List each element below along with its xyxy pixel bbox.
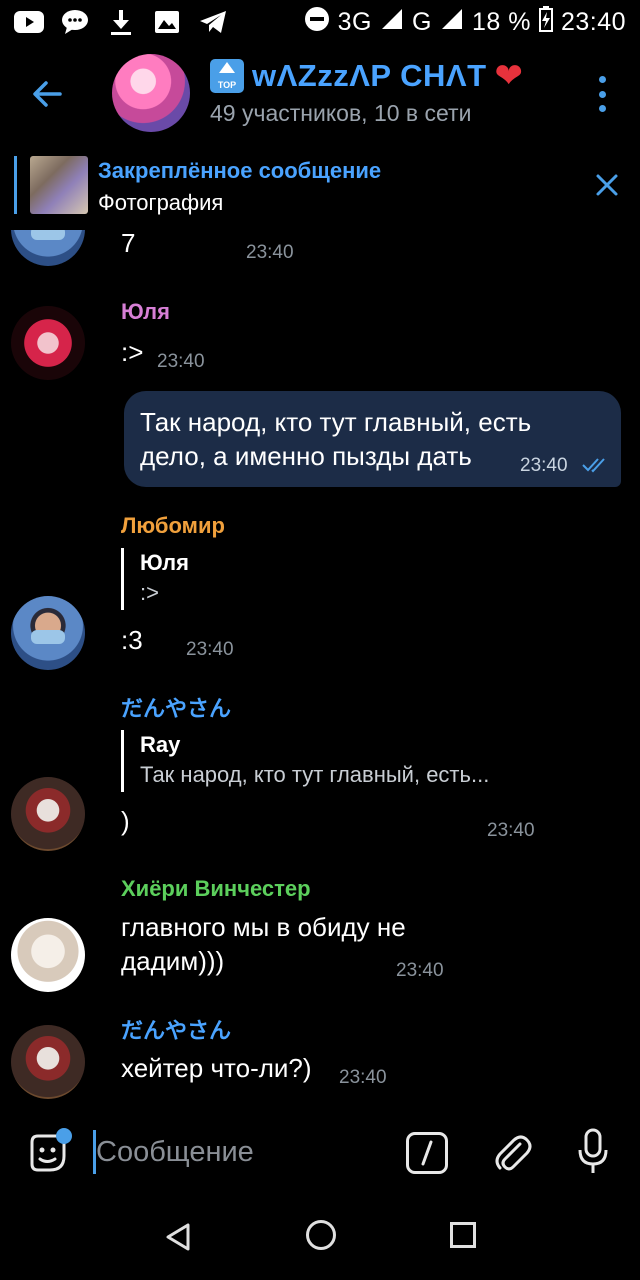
sender-name[interactable]: Любомир [121, 513, 225, 539]
network-type: 3G [337, 8, 372, 36]
attach-button[interactable] [492, 1130, 532, 1176]
sender-name[interactable]: だんやさん [121, 1013, 231, 1045]
pinned-thumbnail [30, 156, 88, 214]
nav-back-button[interactable] [164, 1222, 192, 1252]
avatar[interactable] [11, 1025, 85, 1099]
reply-name: Юля [140, 550, 189, 575]
gallery-icon [152, 8, 182, 36]
youtube-icon [14, 8, 44, 36]
reply-quote[interactable]: Ray Так народ, кто тут главный, есть... [121, 730, 489, 792]
nav-recents-button[interactable] [450, 1222, 476, 1248]
message-time: 23:40 [246, 242, 294, 263]
top-badge-icon: TOP [210, 59, 244, 93]
nav-home-button[interactable] [306, 1220, 336, 1250]
system-nav-bar [0, 1196, 640, 1280]
message-time: 23:40 [186, 639, 234, 660]
message-time: 23:40 [520, 455, 568, 476]
close-icon [596, 174, 618, 196]
reply-name: Ray [140, 732, 181, 757]
message-input[interactable] [96, 1130, 386, 1174]
chat-icon [60, 8, 90, 36]
pinned-title: Закреплённое сообщение [98, 158, 382, 183]
notification-dot [56, 1128, 72, 1144]
clock: 23:40 [560, 8, 626, 36]
message-time: 23:40 [157, 351, 205, 372]
message-text: :3 [121, 625, 143, 655]
battery-percent: 18 % [471, 8, 531, 36]
chat-title-row[interactable]: TOP wΛZzzΛP CHΛT ❤ [210, 58, 523, 94]
pinned-indicator [14, 156, 17, 214]
reply-text: :> [140, 580, 159, 605]
message-time: 23:40 [339, 1067, 387, 1088]
back-button[interactable] [28, 74, 68, 114]
pinned-subtitle: Фотография [98, 190, 224, 215]
status-bar: 3G G 18 % 23:40 [0, 0, 640, 46]
avatar[interactable] [11, 596, 85, 670]
sender-name[interactable]: Юля [121, 299, 170, 325]
bot-commands-button[interactable] [406, 1132, 448, 1174]
chat-title: wΛZzzΛP CHΛT [252, 58, 487, 93]
avatar[interactable] [11, 230, 85, 266]
avatar[interactable] [11, 918, 85, 992]
message-list[interactable]: 7 23:40 Юля :> 23:40 Так народ, кто тут … [0, 230, 640, 1110]
sender-name[interactable]: Хиёри Винчестер [121, 876, 311, 902]
close-pinned-button[interactable] [594, 172, 620, 198]
message-text: :> [121, 337, 144, 367]
sender-name[interactable]: だんやさん [121, 691, 231, 723]
chat-avatar[interactable] [112, 54, 190, 132]
battery-icon [538, 6, 553, 39]
pinned-message[interactable]: Закреплённое сообщение Фотография [0, 142, 640, 230]
message-time: 23:40 [396, 960, 444, 981]
telegram-icon [198, 8, 228, 36]
microphone-button[interactable] [576, 1128, 610, 1176]
do-not-disturb-icon [304, 6, 330, 39]
heart-icon: ❤ [494, 57, 524, 95]
signal-icon [380, 7, 404, 38]
chat-header: TOP wΛZzzΛP CHΛT ❤ 49 участников, 10 в с… [0, 46, 640, 142]
read-checks-icon [582, 458, 605, 473]
chat-subtitle: 49 участников, 10 в сети [210, 100, 472, 126]
microphone-icon [578, 1128, 608, 1173]
message-text: Так народ, кто тут главный, есть дело, а… [140, 407, 532, 471]
slash-icon [421, 1140, 433, 1166]
signal-icon-2 [440, 7, 464, 38]
avatar[interactable] [11, 306, 85, 380]
message-text: 7 [121, 230, 136, 258]
message-text: хейтер что-ли?) [121, 1053, 312, 1083]
message-text: ) [121, 806, 130, 836]
download-icon [106, 8, 136, 36]
network-type-2: G [412, 8, 432, 36]
arrow-left-icon [33, 81, 62, 107]
avatar[interactable] [11, 777, 85, 851]
reply-quote[interactable]: Юля :> [121, 548, 189, 610]
message-time: 23:40 [487, 820, 535, 841]
outgoing-message-bubble[interactable]: Так народ, кто тут главный, есть дело, а… [124, 391, 621, 487]
triangle-back-icon [166, 1223, 190, 1251]
more-menu-button[interactable] [594, 76, 610, 112]
message-composer [0, 1110, 640, 1196]
paperclip-icon [495, 1135, 532, 1171]
reply-text: Так народ, кто тут главный, есть... [140, 762, 490, 787]
